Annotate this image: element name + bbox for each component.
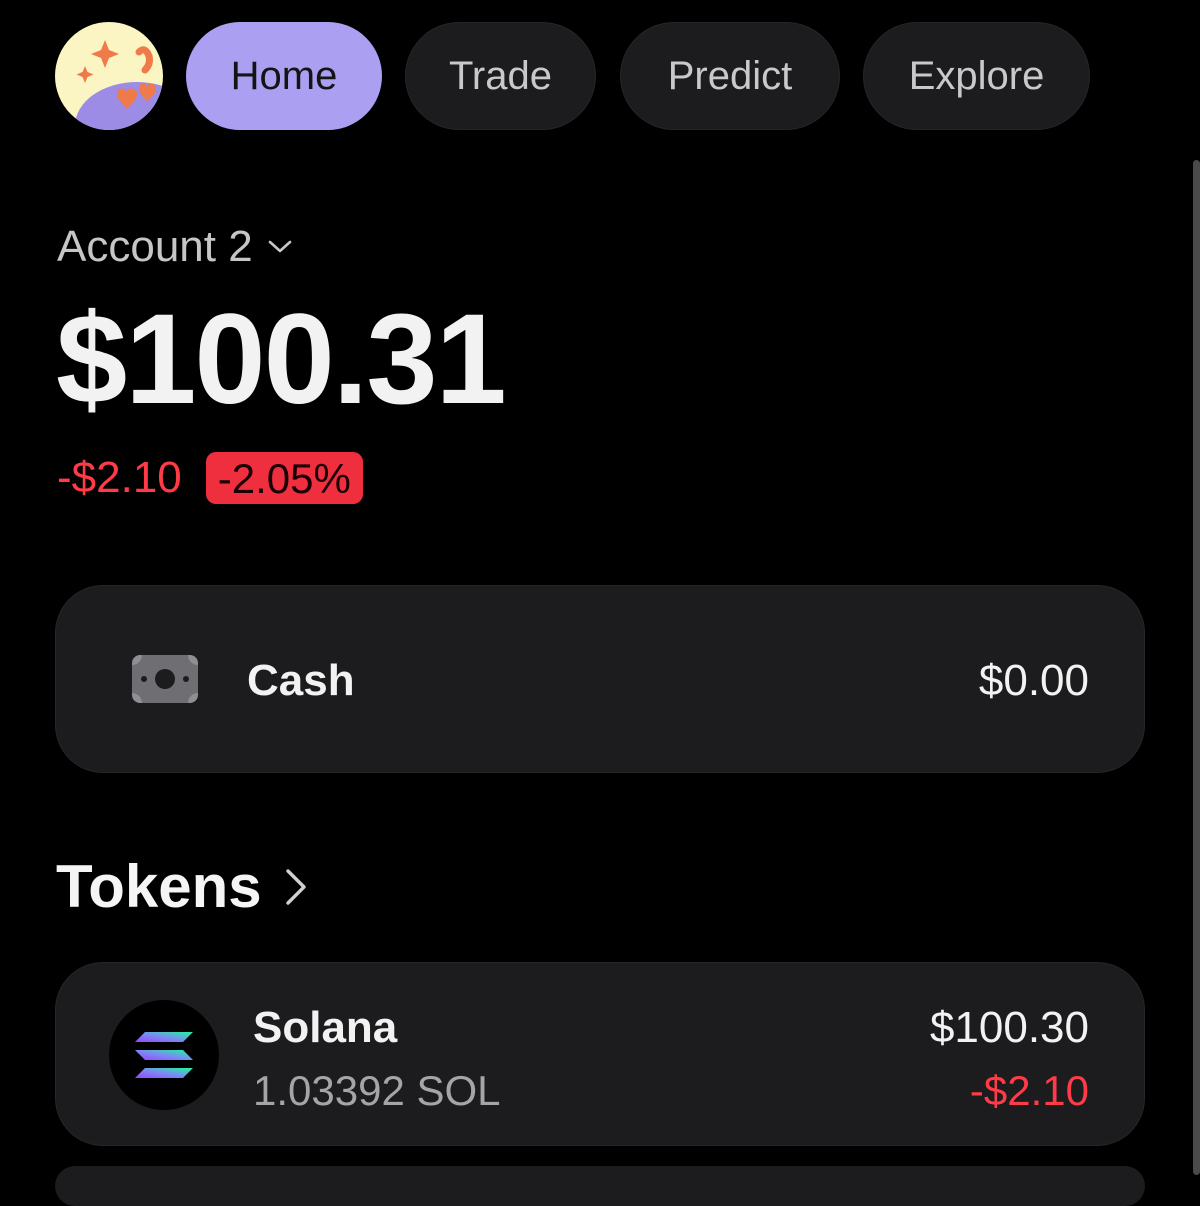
tokens-section-header[interactable]: Tokens <box>56 852 308 921</box>
token-value: $100.30 <box>929 1003 1089 1052</box>
cash-card[interactable]: Cash $0.00 <box>55 585 1145 773</box>
token-logo <box>109 1000 219 1110</box>
tab-home[interactable]: Home <box>186 22 382 130</box>
balance-change-value: -$2.10 <box>57 453 182 502</box>
tab-explore[interactable]: Explore <box>863 22 1090 130</box>
account-selector[interactable]: Account 2 <box>57 222 293 272</box>
token-amount: 1.03392 SOL <box>253 1067 501 1114</box>
tokens-title: Tokens <box>56 853 262 920</box>
token-name: Solana <box>253 1003 398 1052</box>
solana-logo-icon <box>135 1032 193 1078</box>
chevron-down-icon <box>268 240 291 253</box>
balance-change-percent-badge: -2.05% <box>205 452 363 504</box>
heart-eyes-emoji-avatar-icon <box>55 22 163 130</box>
next-token-card-partial[interactable] <box>55 1166 1145 1206</box>
chevron-right-icon <box>285 868 306 905</box>
tab-trade[interactable]: Trade <box>405 22 596 130</box>
banknote-icon <box>132 655 198 703</box>
cash-label: Cash <box>247 656 355 705</box>
avatar[interactable] <box>55 22 163 130</box>
tab-predict[interactable]: Predict <box>620 22 840 130</box>
scrollbar[interactable] <box>1193 160 1200 1175</box>
account-name: Account 2 <box>57 222 253 271</box>
total-balance: $100.31 <box>56 288 507 431</box>
balance-change-row: -$2.10 -2.05% <box>57 452 363 504</box>
cash-value: $0.00 <box>978 656 1089 705</box>
token-change: -$2.10 <box>969 1067 1089 1114</box>
token-row-solana[interactable]: Solana 1.03392 SOL $100.30 -$2.10 <box>55 962 1145 1146</box>
